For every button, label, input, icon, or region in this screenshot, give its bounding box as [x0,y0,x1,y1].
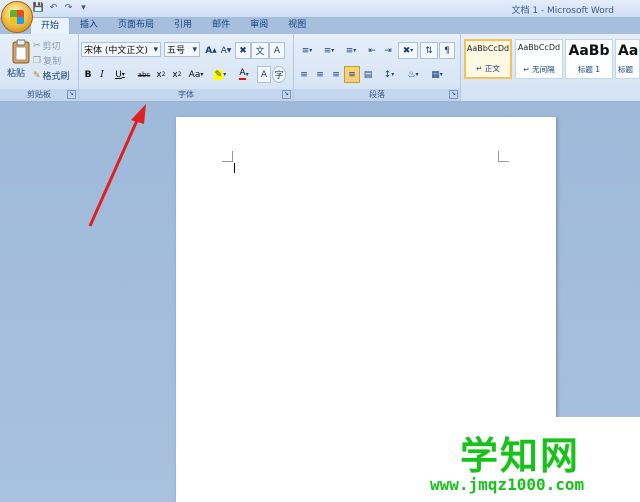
watermark-url: www.jmqz1000.com [430,475,585,494]
office-button[interactable] [1,1,33,33]
watermark: 学知网 www.jmqz1000.com [415,417,640,502]
office-logo-icon [10,10,24,24]
watermark-text: 学知网 [460,434,581,478]
